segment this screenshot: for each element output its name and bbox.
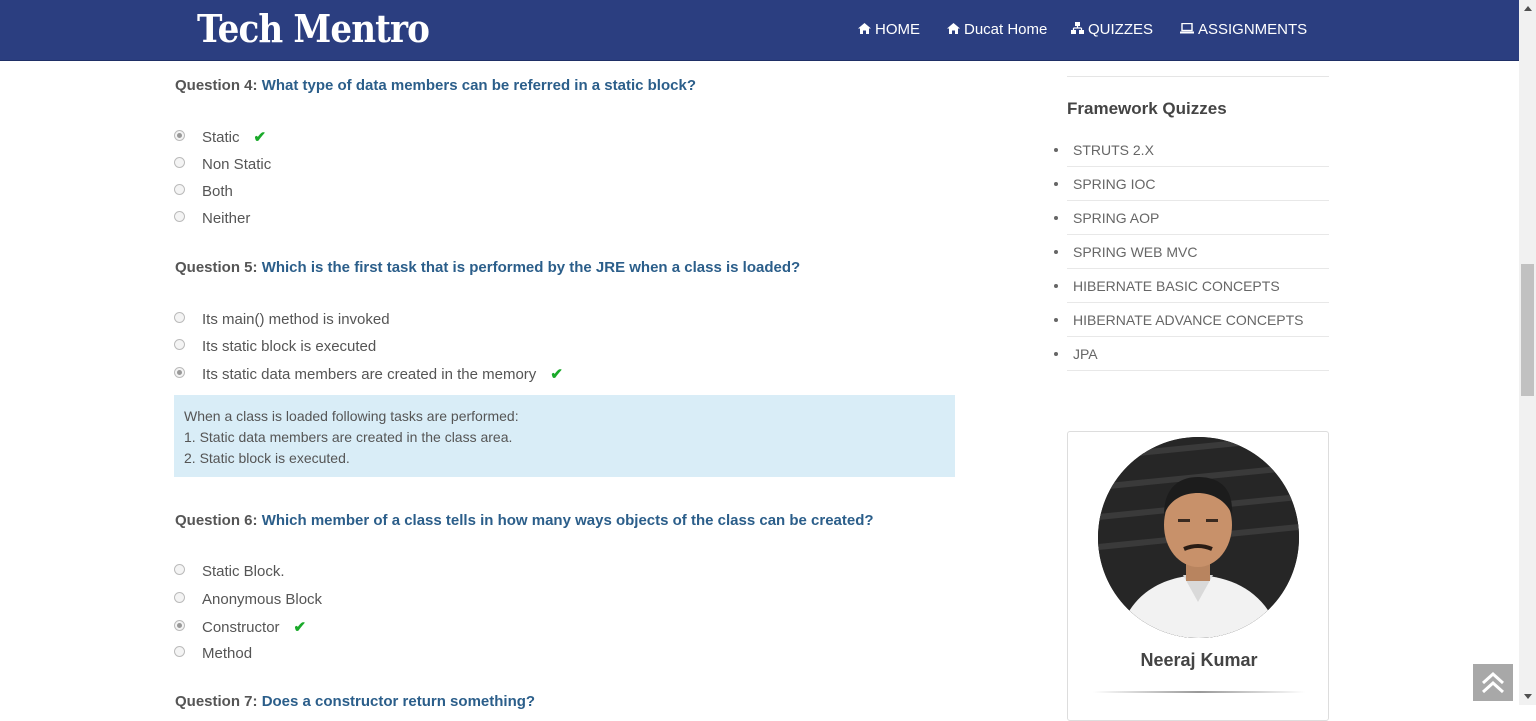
scrollbar-thumb[interactable] xyxy=(1521,264,1534,396)
radio-button[interactable] xyxy=(174,211,185,222)
q6-option-2[interactable]: Anonymous Block xyxy=(174,591,322,608)
question-text: Which member of a class tells in how man… xyxy=(261,512,874,529)
answer-explanation: When a class is loaded following tasks a… xyxy=(174,395,955,477)
radio-button[interactable] xyxy=(174,339,185,350)
question-5-title: Question 5: Which is the first task that… xyxy=(175,259,800,276)
nav-home[interactable]: HOME xyxy=(858,21,920,38)
sidebar-item-spring-ioc[interactable]: SPRING IOC xyxy=(1054,167,1329,201)
nav-assignments-label: ASSIGNMENTS xyxy=(1198,21,1308,38)
divider xyxy=(1093,691,1305,693)
sidebar-item-spring-web-mvc[interactable]: SPRING WEB MVC xyxy=(1054,235,1329,269)
option-label: Non Static xyxy=(202,156,272,173)
sidebar-item-label: SPRING WEB MVC xyxy=(1073,243,1198,260)
nav-assignments[interactable]: ASSIGNMENTS xyxy=(1180,21,1307,38)
option-label: Its static data members are created in t… xyxy=(202,365,537,383)
question-7-title: Question 7: Does a constructor return so… xyxy=(175,693,535,710)
radio-button[interactable] xyxy=(174,366,185,378)
nav-quizzes-label: QUIZZES xyxy=(1088,21,1154,38)
radio-button[interactable] xyxy=(174,184,185,195)
scroll-up-arrow[interactable] xyxy=(1519,0,1536,17)
option-label: Its main() method is invoked xyxy=(202,311,390,328)
option-label: Neither xyxy=(202,210,251,227)
question-4-title: Question 4: What type of data members ca… xyxy=(175,77,696,94)
explanation-line: 2. Static block is executed. xyxy=(184,450,350,466)
q4-option-2[interactable]: Non Static xyxy=(174,156,271,173)
sidebar-item-label: HIBERNATE ADVANCE CONCEPTS xyxy=(1073,311,1304,328)
correct-check-icon: ✔ xyxy=(293,619,307,636)
sidebar-item-hibernate-advance[interactable]: HIBERNATE ADVANCE CONCEPTS xyxy=(1054,303,1329,337)
question-text: What type of data members can be referre… xyxy=(261,77,696,94)
option-label: Constructor xyxy=(202,618,280,636)
q5-option-3[interactable]: Its static data members are created in t… xyxy=(174,365,563,383)
nav-ducat-home-label: Ducat Home xyxy=(964,21,1048,38)
option-label: Static xyxy=(202,128,240,146)
top-navbar: Tech Mentro HOME Ducat Home QUIZZES ASSI… xyxy=(0,0,1519,61)
sidebar-item-label: STRUTS 2.X xyxy=(1073,141,1154,158)
question-text: Which is the first task that is performe… xyxy=(261,259,801,276)
double-chevron-up-icon xyxy=(1481,671,1505,693)
radio-button[interactable] xyxy=(174,157,185,168)
option-label: Method xyxy=(202,645,253,662)
sidebar-item-label: SPRING IOC xyxy=(1073,175,1156,192)
scroll-down-arrow[interactable] xyxy=(1519,688,1536,705)
nav-ducat-home[interactable]: Ducat Home xyxy=(947,21,1047,38)
framework-quiz-list: STRUTS 2.X SPRING IOC SPRING AOP SPRING … xyxy=(1054,133,1329,371)
q6-option-1[interactable]: Static Block. xyxy=(174,563,285,580)
divider xyxy=(1067,76,1329,77)
question-6-title: Question 6: Which member of a class tell… xyxy=(175,512,874,529)
correct-check-icon: ✔ xyxy=(550,366,563,383)
radio-button[interactable] xyxy=(174,646,185,657)
sidebar-item-label: HIBERNATE BASIC CONCEPTS xyxy=(1073,277,1280,294)
option-label: Both xyxy=(202,183,233,200)
explanation-line: 1. Static data members are created in th… xyxy=(184,429,513,445)
avatar xyxy=(1098,437,1299,638)
site-logo[interactable]: Tech Mentro xyxy=(197,6,430,51)
nav-quizzes[interactable]: QUIZZES xyxy=(1071,21,1153,38)
sidebar-item-label: JPA xyxy=(1073,345,1098,362)
option-label: Its static block is executed xyxy=(202,338,377,355)
radio-button[interactable] xyxy=(174,592,185,603)
q6-option-3[interactable]: Constructor ✔ xyxy=(174,618,306,636)
q5-option-2[interactable]: Its static block is executed xyxy=(174,338,376,355)
sidebar-item-struts[interactable]: STRUTS 2.X xyxy=(1054,133,1329,167)
explanation-line: When a class is loaded following tasks a… xyxy=(184,408,519,424)
q4-option-4[interactable]: Neither xyxy=(174,210,250,227)
author-profile-card: Neeraj Kumar xyxy=(1067,431,1329,721)
vertical-scrollbar[interactable] xyxy=(1519,0,1536,705)
nav-home-label: HOME xyxy=(875,21,920,38)
question-prefix: Question 4: xyxy=(175,77,258,94)
profile-name: Neeraj Kumar xyxy=(1140,650,1258,670)
q5-option-1[interactable]: Its main() method is invoked xyxy=(174,311,390,328)
sidebar-item-hibernate-basic[interactable]: HIBERNATE BASIC CONCEPTS xyxy=(1054,269,1329,303)
home-icon xyxy=(947,22,960,37)
home-icon xyxy=(858,22,871,37)
sidebar-item-jpa[interactable]: JPA xyxy=(1054,337,1329,371)
q4-option-3[interactable]: Both xyxy=(174,183,233,200)
radio-button[interactable] xyxy=(174,312,185,323)
question-text: Does a constructor return something? xyxy=(261,693,536,710)
q6-option-4[interactable]: Method xyxy=(174,645,252,662)
radio-button[interactable] xyxy=(174,564,185,575)
framework-quizzes-heading: Framework Quizzes xyxy=(1067,99,1227,118)
option-label: Static Block. xyxy=(202,563,285,580)
sitemap-icon xyxy=(1071,22,1084,37)
sidebar-item-label: SPRING AOP xyxy=(1073,209,1160,226)
laptop-icon xyxy=(1180,22,1194,37)
correct-check-icon: ✔ xyxy=(253,129,267,146)
scroll-to-top-button[interactable] xyxy=(1473,664,1513,701)
question-prefix: Question 6: xyxy=(175,512,258,529)
q4-option-1[interactable]: Static ✔ xyxy=(174,128,266,146)
radio-button[interactable] xyxy=(174,129,185,141)
sidebar-item-spring-aop[interactable]: SPRING AOP xyxy=(1054,201,1329,235)
question-prefix: Question 5: xyxy=(175,259,258,276)
question-prefix: Question 7: xyxy=(175,693,258,710)
option-label: Anonymous Block xyxy=(202,591,323,608)
radio-button[interactable] xyxy=(174,619,185,631)
